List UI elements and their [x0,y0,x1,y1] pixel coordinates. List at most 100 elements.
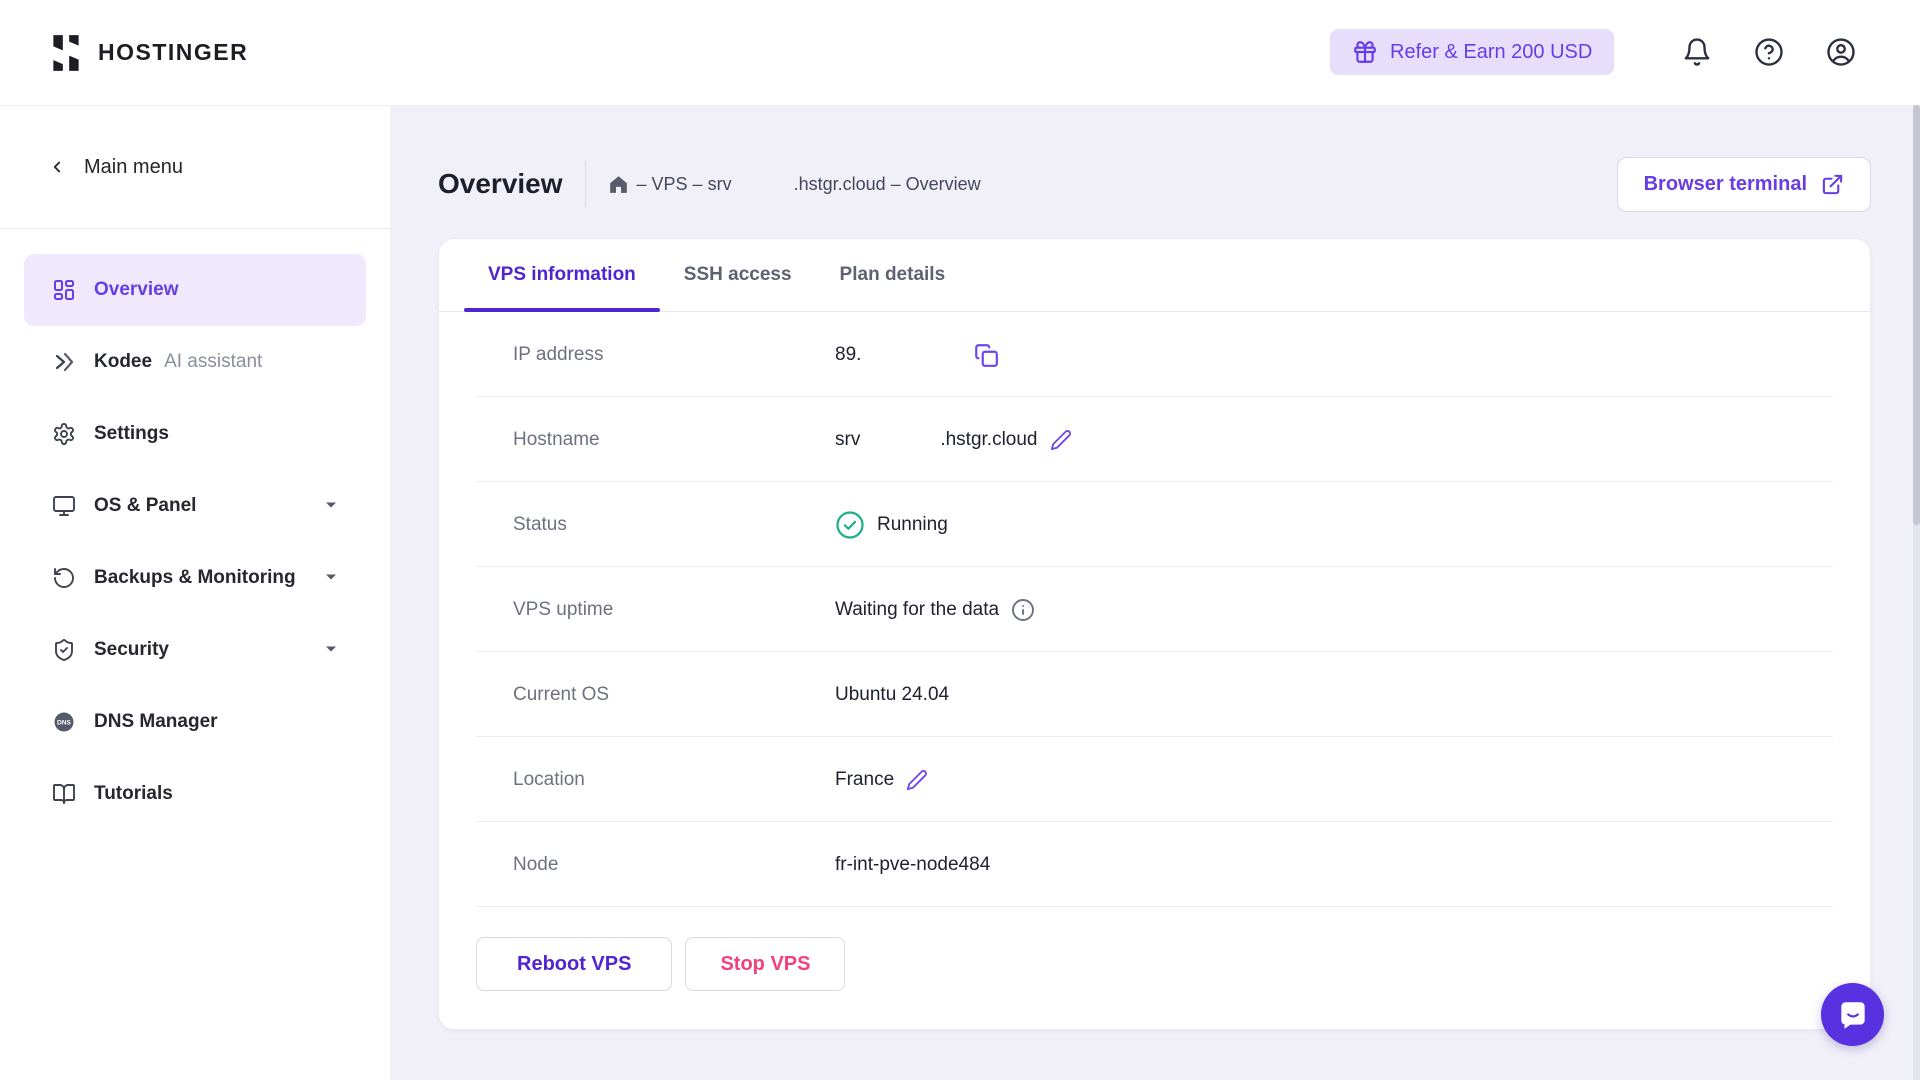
breadcrumb: – VPS – srv .hstgr.cloud – Overview [608,174,981,195]
sidebar: Main menu Overview [0,105,390,1080]
sidebar-item-label: Kodee [94,351,152,373]
sidebar-item-backups-monitoring[interactable]: Backups & Monitoring [24,542,366,614]
row-label: Status [513,482,567,567]
uptime-value: Waiting for the data [835,599,999,621]
sidebar-item-os-panel[interactable]: OS & Panel [24,470,366,542]
node-value: fr-int-pve-node484 [835,854,990,876]
stop-vps-button[interactable]: Stop VPS [685,937,845,991]
sidebar-nav: Overview Kodee AI assistant [0,229,390,830]
sidebar-item-label: Tutorials [94,783,173,805]
row-current-os: Current OS Ubuntu 24.04 [476,652,1833,737]
chevron-down-icon [324,497,338,515]
scrollbar-thumb[interactable] [1913,105,1920,525]
row-label: VPS uptime [513,567,613,652]
svg-text:DNS: DNS [57,720,72,727]
sidebar-item-label: Backups & Monitoring [94,567,296,589]
sidebar-item-label: Settings [94,423,169,445]
tab-vps-information[interactable]: VPS information [464,239,660,311]
hostname-suffix: .hstgr.cloud [940,429,1037,451]
sidebar-item-label: OS & Panel [94,495,196,517]
row-vps-uptime: VPS uptime Waiting for the data [476,567,1833,652]
status-running-icon [835,510,865,540]
tab-ssh-access[interactable]: SSH access [660,239,816,311]
sidebar-item-dns-manager[interactable]: DNS DNS Manager [24,686,366,758]
main-content: Overview – VPS – srv .hstgr.cloud – Over… [390,105,1920,1080]
sidebar-item-overview[interactable]: Overview [24,254,366,326]
edit-icon[interactable] [1050,429,1072,451]
page-header: Overview – VPS – srv .hstgr.cloud – Over… [438,144,1871,224]
hostinger-logo[interactable]: HOSTINGER [48,0,248,105]
chevron-down-icon [324,641,338,659]
row-label: Node [513,822,558,907]
hostinger-logo-icon [48,33,84,73]
breadcrumb-text-right: .hstgr.cloud – Overview [794,174,981,195]
copy-icon[interactable] [973,342,999,368]
sidebar-item-settings[interactable]: Settings [24,398,366,470]
shield-check-icon [52,638,76,662]
restore-icon [52,566,76,590]
kodee-icon [52,350,76,374]
row-hostname: Hostname srv .hstgr.cloud [476,397,1833,482]
gear-icon [52,422,76,446]
dns-globe-icon: DNS [52,710,76,734]
row-status: Status Running [476,482,1833,567]
refer-earn-label: Refer & Earn 200 USD [1390,41,1592,64]
chevron-down-icon [324,569,338,587]
browser-terminal-label: Browser terminal [1644,173,1807,196]
tab-plan-details[interactable]: Plan details [816,239,970,311]
reboot-vps-button[interactable]: Reboot VPS [476,937,672,991]
hostname-value: srv [835,429,860,451]
row-node: Node fr-int-pve-node484 [476,822,1833,907]
row-ip-address: IP address 89. [476,312,1833,397]
top-bar: HOSTINGER Refer & Earn 200 USD [0,0,1920,105]
location-value: France [835,769,894,791]
scrollbar[interactable] [1913,105,1920,1080]
current-os-value: Ubuntu 24.04 [835,684,949,706]
account-button[interactable] [1825,36,1857,68]
header-divider [585,161,586,207]
status-value: Running [877,514,948,536]
help-circle-icon [1754,37,1784,67]
chat-bubble-icon [1836,998,1870,1032]
ip-address-value: 89. [835,344,861,366]
support-chat-button[interactable] [1821,983,1884,1046]
notifications-button[interactable] [1681,36,1713,68]
back-to-main-menu[interactable]: Main menu [0,106,390,228]
home-icon [608,174,629,195]
gift-icon [1352,39,1378,65]
sidebar-item-kodee[interactable]: Kodee AI assistant [24,326,366,398]
edit-icon[interactable] [906,769,928,791]
vps-actions: Reboot VPS Stop VPS [439,907,1870,991]
tab-label: VPS information [488,264,636,286]
sidebar-item-label: Security [94,639,169,661]
external-link-icon [1821,173,1844,196]
brand-wordmark: HOSTINGER [98,39,248,66]
hostinger-hpanel: HOSTINGER Refer & Earn 200 USD [0,0,1920,1080]
page-title: Overview [438,168,563,200]
sidebar-item-label: DNS Manager [94,711,218,733]
help-button[interactable] [1753,36,1785,68]
monitor-icon [52,494,76,518]
book-icon [52,782,76,806]
row-location: Location France [476,737,1833,822]
bell-icon [1682,37,1712,67]
tab-bar: VPS information SSH access Plan details [439,239,1870,312]
sidebar-item-label: Overview [94,279,179,301]
sidebar-item-sublabel: AI assistant [164,351,262,373]
vps-overview-card: VPS information SSH access Plan details … [438,238,1871,1030]
refer-earn-button[interactable]: Refer & Earn 200 USD [1330,29,1614,75]
tab-label: Plan details [840,264,946,286]
grid-icon [52,278,76,302]
browser-terminal-button[interactable]: Browser terminal [1617,157,1871,212]
row-label: Hostname [513,397,600,482]
tab-label: SSH access [684,264,792,286]
main-menu-label: Main menu [84,156,183,179]
chevron-left-icon [48,158,66,176]
row-label: IP address [513,312,603,397]
user-circle-icon [1826,37,1856,67]
sidebar-item-security[interactable]: Security [24,614,366,686]
info-icon[interactable] [1011,598,1035,622]
row-label: Current OS [513,652,609,737]
row-label: Location [513,737,585,822]
sidebar-item-tutorials[interactable]: Tutorials [24,758,366,830]
